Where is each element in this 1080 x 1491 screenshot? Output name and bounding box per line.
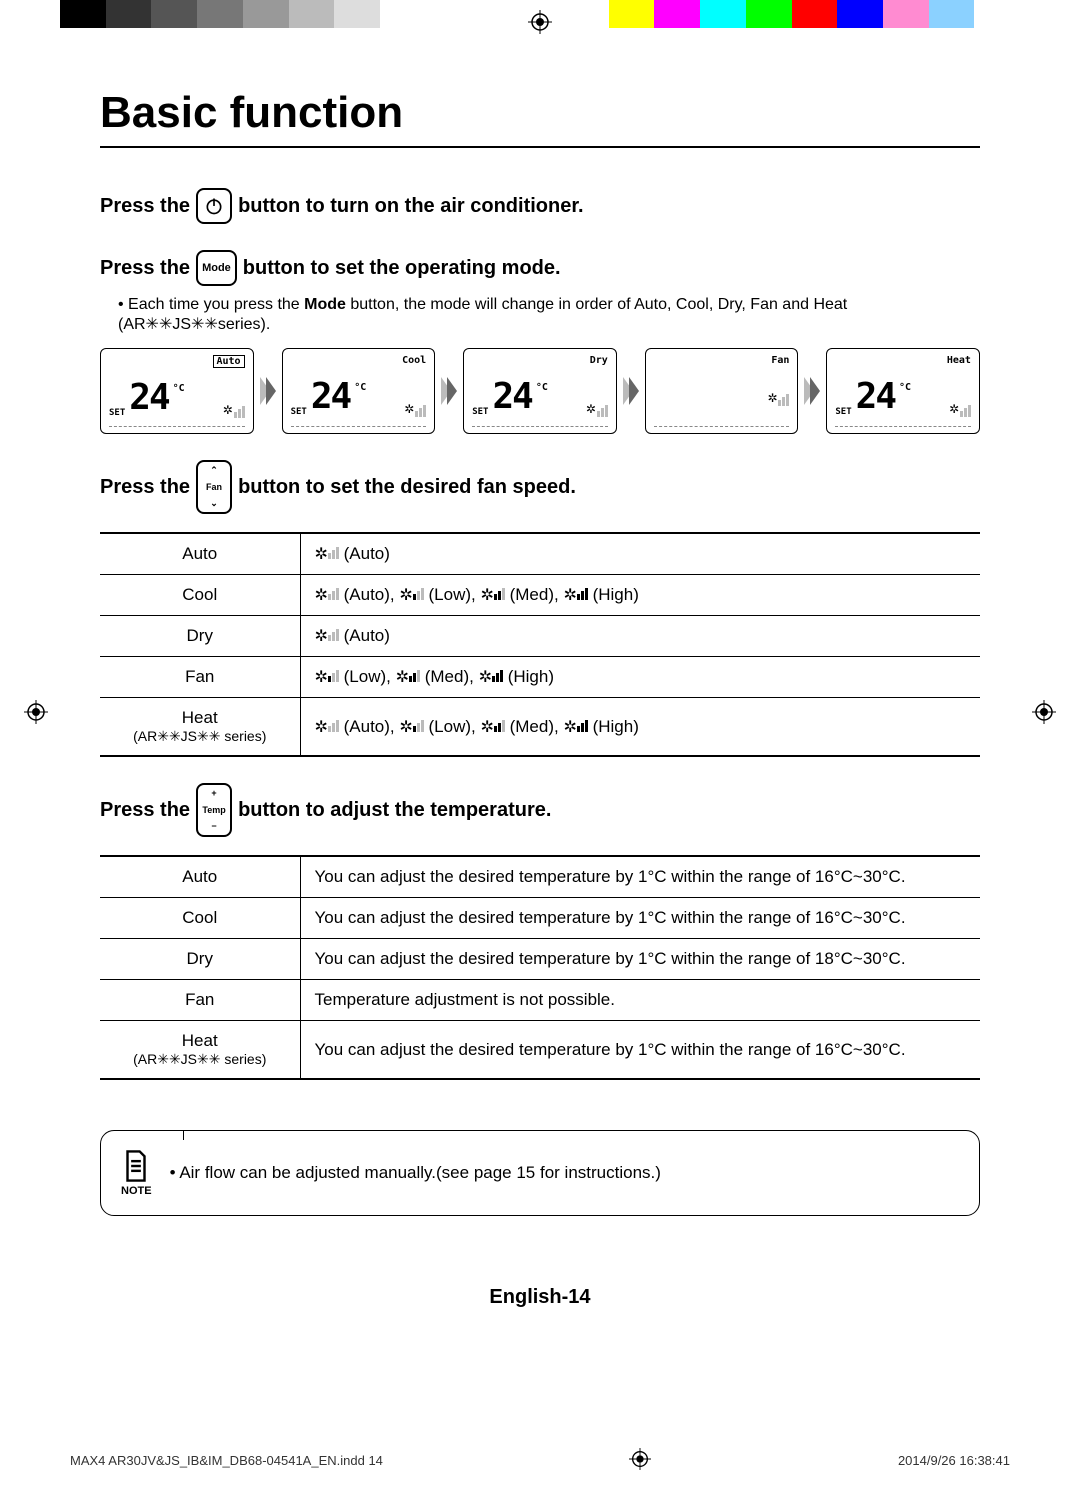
table-row: Auto✲ (Auto) [100, 533, 980, 575]
footer-filename: MAX4 AR30JV&JS_IB&IM_DB68-04541A_EN.indd… [70, 1453, 383, 1468]
lcd-heat: Heat SET 24 °C ✲ [826, 348, 980, 434]
text: Press the [100, 195, 190, 218]
signal-bars-icon [960, 405, 971, 417]
fan-icon: ✲ [405, 398, 415, 417]
table-row: AutoYou can adjust the desired temperatu… [100, 856, 980, 898]
text: Press the [100, 476, 190, 499]
text: Temp [202, 806, 225, 815]
fan-icon: ✲ [396, 669, 409, 686]
signal-bars-icon [577, 588, 588, 600]
table-row: Heat(AR✳✳JS✳✳ series)✲ (Auto), ✲ (Low), … [100, 698, 980, 757]
registration-mark-icon [629, 1448, 651, 1473]
text: Press the [100, 257, 190, 280]
fan-icon: ✲ [315, 628, 328, 645]
signal-bars-icon [328, 547, 339, 559]
table-row: Heat(AR✳✳JS✳✳ series)You can adjust the … [100, 1021, 980, 1080]
fan-icon: ✲ [480, 587, 493, 604]
fan-icon: ✲ [399, 587, 412, 604]
note-text: Air flow can be adjusted manually.(see p… [170, 1163, 661, 1183]
fan-icon: ✲ [315, 546, 328, 563]
fan-icon: ✲ [563, 587, 576, 604]
lcd-fan: Fan ✲ [645, 348, 799, 434]
power-button-icon [196, 188, 232, 224]
table-row: Fan✲ (Low), ✲ (Med), ✲ (High) [100, 657, 980, 698]
note-box: NOTE Air flow can be adjusted manually.(… [100, 1130, 980, 1216]
lcd-cool: Cool SET 24 °C ✲ [282, 348, 436, 434]
instruction-power: Press the button to turn on the air cond… [100, 188, 980, 224]
signal-bars-icon [413, 720, 424, 732]
minus-icon: − [211, 822, 216, 831]
fan-icon: ✲ [399, 719, 412, 736]
fan-icon: ✲ [949, 398, 959, 417]
mode-cycle-note: Each time you press the Mode button, the… [118, 296, 980, 334]
table-row: DryYou can adjust the desired temperatur… [100, 939, 980, 980]
fan-icon: ✲ [768, 387, 778, 406]
arrow-right-icon [441, 377, 457, 405]
signal-bars-icon [328, 720, 339, 732]
registration-mark-icon [528, 10, 552, 34]
registration-mark-icon [24, 700, 48, 724]
fan-icon: ✲ [223, 399, 233, 418]
text: button to adjust the temperature. [238, 799, 551, 822]
page-number: English-14 [100, 1286, 980, 1309]
note-label: NOTE [121, 1185, 152, 1197]
signal-bars-icon [494, 720, 505, 732]
temp-button-icon: + Temp − [196, 783, 232, 837]
footer-timestamp: 2014/9/26 16:38:41 [898, 1453, 1010, 1468]
text: Each time you press the [128, 296, 304, 313]
text: Press the [100, 799, 190, 822]
instruction-temp: Press the + Temp − button to adjust the … [100, 783, 980, 837]
table-row: CoolYou can adjust the desired temperatu… [100, 898, 980, 939]
fan-speed-table: Auto✲ (Auto)Cool✲ (Auto), ✲ (Low), ✲ (Me… [100, 532, 980, 757]
signal-bars-icon [328, 629, 339, 641]
fan-icon: ✲ [315, 587, 328, 604]
table-row: FanTemperature adjustment is not possibl… [100, 980, 980, 1021]
fan-button-icon: ⌃ Fan ⌄ [196, 460, 232, 514]
text: button to set the desired fan speed. [238, 476, 576, 499]
signal-bars-icon [328, 588, 339, 600]
arrow-right-icon [804, 377, 820, 405]
temperature-table: AutoYou can adjust the desired temperatu… [100, 855, 980, 1080]
instruction-mode: Press the Mode button to set the operati… [100, 250, 980, 286]
signal-bars-icon [409, 670, 420, 682]
text: Mode [304, 296, 346, 313]
text: Fan [206, 483, 222, 492]
table-row: Dry✲ (Auto) [100, 616, 980, 657]
mode-button-icon: Mode [196, 250, 237, 286]
signal-bars-icon [328, 670, 339, 682]
signal-bars-icon [413, 588, 424, 600]
signal-bars-icon [577, 720, 588, 732]
signal-bars-icon [597, 405, 608, 417]
instruction-fan: Press the ⌃ Fan ⌄ button to set the desi… [100, 460, 980, 514]
signal-bars-icon [415, 405, 426, 417]
fan-icon: ✲ [315, 669, 328, 686]
chevron-up-icon: ⌃ [210, 466, 218, 475]
text: button to set the operating mode. [243, 257, 561, 280]
lcd-auto: Auto SET 24 °C ✲ [100, 348, 254, 434]
signal-bars-icon [494, 588, 505, 600]
signal-bars-icon [778, 394, 789, 406]
signal-bars-icon [492, 670, 503, 682]
plus-icon: + [211, 789, 216, 798]
mode-sequence: Auto SET 24 °C ✲ Cool SET 24 °C ✲ Dry SE… [100, 348, 980, 434]
fan-icon: ✲ [586, 398, 596, 417]
table-row: Cool✲ (Auto), ✲ (Low), ✲ (Med), ✲ (High) [100, 575, 980, 616]
page-title: Basic function [100, 88, 980, 148]
fan-icon: ✲ [315, 719, 328, 736]
arrow-right-icon [260, 377, 276, 405]
fan-icon: ✲ [563, 719, 576, 736]
fan-icon: ✲ [480, 719, 493, 736]
chevron-down-icon: ⌄ [210, 499, 218, 508]
registration-mark-icon [1032, 700, 1056, 724]
print-footer: MAX4 AR30JV&JS_IB&IM_DB68-04541A_EN.indd… [0, 1448, 1080, 1473]
fan-icon: ✲ [479, 669, 492, 686]
note-icon: NOTE [121, 1149, 152, 1197]
lcd-dry: Dry SET 24 °C ✲ [463, 348, 617, 434]
arrow-right-icon [623, 377, 639, 405]
text: button to turn on the air conditioner. [238, 195, 584, 218]
signal-bars-icon [234, 406, 245, 418]
